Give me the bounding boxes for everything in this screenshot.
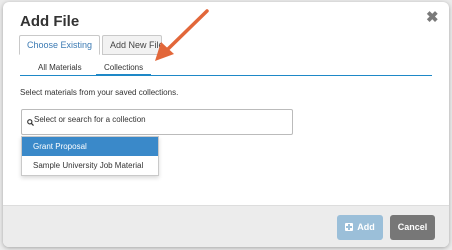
dialog-title: Add File [20,13,80,30]
close-icon[interactable]: ✖ [426,10,439,25]
cancel-button[interactable]: Cancel [390,215,435,240]
plus-icon [345,223,354,231]
dropdown-option-grant-proposal[interactable]: Grant Proposal [22,137,158,156]
add-button[interactable]: Add [337,215,383,240]
dialog-footer: Add Cancel [3,205,449,247]
help-text: Select materials from your saved collect… [20,88,179,97]
subtab-collections[interactable]: Collections [95,63,152,76]
collection-search-field[interactable] [21,109,293,135]
subtab-all-materials[interactable]: All Materials [38,63,82,72]
dropdown-option-sample-university-job-material[interactable]: Sample University Job Material [22,156,158,175]
search-icon [27,119,34,126]
collection-dropdown: Grant Proposal Sample University Job Mat… [21,136,159,176]
subtab-bar: All Materials Collections [20,61,432,76]
add-button-label: Add [357,222,375,232]
tab-add-new-file[interactable]: Add New File [102,35,162,55]
add-file-dialog: Add File ✖ Choose Existing Add New File … [3,2,449,247]
tab-choose-existing[interactable]: Choose Existing [19,35,101,55]
collection-search-input[interactable] [34,115,284,124]
